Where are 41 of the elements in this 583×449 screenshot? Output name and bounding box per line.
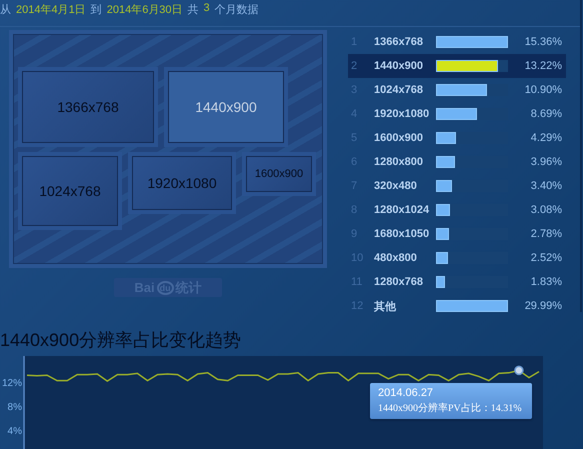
share-value: 3.96% <box>530 156 562 168</box>
resolution-name: 1440x900 <box>374 60 424 72</box>
share-value: 4.29% <box>530 132 562 144</box>
resolution-name: 1280x1024 <box>374 204 430 216</box>
share-value: 10.90% <box>524 84 562 96</box>
axis-label: 12% <box>2 378 22 390</box>
rank-number: 2 <box>351 60 358 72</box>
resolution-box[interactable]: 1440x900 <box>164 67 288 147</box>
resolution-name: 1280x768 <box>374 276 424 288</box>
axis-label: 8% <box>8 402 22 414</box>
resolution-name: 1366x768 <box>374 36 424 48</box>
tooltip-date: 2014.06.27 <box>378 387 434 399</box>
ranking-row[interactable]: 2 1440x900 13.22% <box>348 54 566 78</box>
header-value: 2014年4月1日 <box>16 3 86 18</box>
resolution-name: 1280x800 <box>374 156 424 168</box>
point-marker[interactable] <box>514 366 524 376</box>
resolution-name: 1920x1080 <box>374 108 430 120</box>
share-value: 29.99% <box>524 300 562 312</box>
resolution-name: 1680x1050 <box>374 228 430 240</box>
share-value: 1.83% <box>530 276 562 288</box>
header-label: 从 <box>0 3 11 18</box>
header-value: 3 <box>204 2 210 16</box>
share-value: 3.40% <box>530 180 562 192</box>
resolution-name: 其他 <box>374 300 397 314</box>
chart-title: 1440x900分辨率占比变化趋势 <box>0 329 242 352</box>
resolution-name: 320x480 <box>374 180 418 192</box>
header-label: 到 <box>90 3 102 18</box>
header-label: 共 <box>188 3 199 18</box>
header-label: 个月数据 <box>214 3 259 18</box>
axis-label: 4% <box>8 426 22 438</box>
resolution-name: 1024x768 <box>374 84 424 96</box>
resolution-name: 480x800 <box>374 252 418 264</box>
share-value: 3.08% <box>530 204 562 216</box>
tooltip-text: 1440x900分辨率PV占比：14.31% <box>378 402 523 415</box>
share-value: 15.36% <box>524 36 562 48</box>
header-value: 2014年6月30日 <box>106 3 183 18</box>
share-value: 8.69% <box>530 108 562 120</box>
share-value: 2.78% <box>530 228 562 240</box>
resolution-name: 1600x900 <box>374 132 424 144</box>
share-value: 13.22% <box>524 60 562 72</box>
share-value: 2.52% <box>530 252 562 264</box>
